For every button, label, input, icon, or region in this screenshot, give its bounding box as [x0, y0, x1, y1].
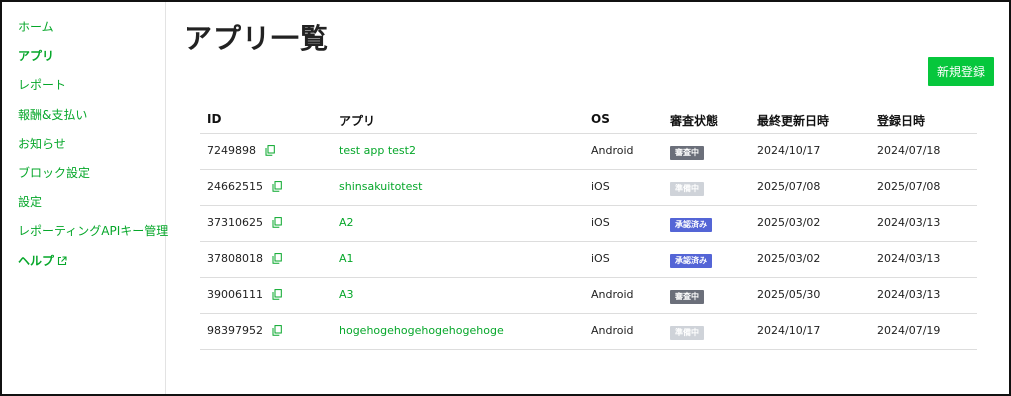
external-link-icon: [57, 254, 67, 270]
sidebar-item-label: 設定: [18, 195, 43, 209]
os-cell: Android: [591, 288, 634, 301]
sidebar-item-reporting-api-keys[interactable]: レポーティングAPIキー管理: [18, 223, 168, 239]
registered-date-cell: 2025/07/08: [877, 180, 941, 193]
column-header-status: 審査状態: [670, 114, 719, 128]
main-content: アプリ一覧 新規登録 ID アプリ OS 審査状態 最終更新日時 登録日時 72…: [166, 2, 1009, 394]
copy-icon[interactable]: [272, 253, 282, 267]
status-cell: 承認済み: [670, 252, 712, 268]
table-row: 98397952 hogehogehogehogehogehoge Androi…: [200, 314, 977, 350]
table-row: 37310625 A2 iOS 承認済み 2025/03/02 2024/03/…: [200, 206, 977, 242]
status-badge: 準備中: [670, 326, 704, 340]
app-id-cell: 39006111: [207, 288, 282, 303]
status-badge: 審査中: [670, 290, 704, 304]
new-registration-button[interactable]: 新規登録: [928, 57, 994, 86]
column-header-app: アプリ: [339, 114, 376, 128]
updated-date-cell: 2025/07/08: [757, 180, 821, 193]
sidebar-item-label: ブロック設定: [18, 166, 91, 180]
copy-icon[interactable]: [272, 289, 282, 303]
app-id: 39006111: [207, 288, 263, 301]
column-header-registered: 登録日時: [877, 114, 926, 128]
registered-date-cell: 2024/07/18: [877, 144, 941, 157]
app-name-link[interactable]: test app test2: [339, 144, 416, 157]
os-cell: iOS: [591, 180, 610, 193]
sidebar-item-label: アプリ: [18, 49, 55, 63]
app-id: 37808018: [207, 252, 263, 265]
app-name-link[interactable]: A2: [339, 216, 354, 229]
column-header-id: ID: [207, 112, 222, 126]
updated-date-cell: 2024/10/17: [757, 144, 821, 157]
window-frame: ホーム アプリ レポート 報酬&支払い お知らせ ブロック設定 設定 レポーティ…: [0, 0, 1011, 396]
app-name-link[interactable]: A3: [339, 288, 354, 301]
page-title: アプリ一覧: [184, 22, 330, 55]
registered-date-cell: 2024/07/19: [877, 324, 941, 337]
table-row: 39006111 A3 Android 審査中 2025/05/30 2024/…: [200, 278, 977, 314]
os-cell: Android: [591, 144, 634, 157]
os-cell: Android: [591, 324, 634, 337]
registered-date-cell: 2024/03/13: [877, 216, 941, 229]
copy-icon[interactable]: [272, 181, 282, 195]
apps-table: ID アプリ OS 審査状態 最終更新日時 登録日時 7249898 test …: [200, 102, 977, 350]
sidebar-item-label: ヘルプ: [18, 254, 55, 268]
app-name-link[interactable]: hogehogehogehogehogehoge: [339, 324, 504, 337]
app-id-cell: 7249898: [207, 144, 275, 159]
status-badge: 準備中: [670, 182, 704, 196]
sidebar: ホーム アプリ レポート 報酬&支払い お知らせ ブロック設定 設定 レポーティ…: [2, 2, 168, 394]
registered-date-cell: 2024/03/13: [877, 252, 941, 265]
os-cell: iOS: [591, 216, 610, 229]
sidebar-item-label: ホーム: [18, 20, 54, 34]
registered-date-cell: 2024/03/13: [877, 288, 941, 301]
status-cell: 準備中: [670, 180, 704, 196]
copy-icon[interactable]: [272, 325, 282, 339]
os-cell: iOS: [591, 252, 610, 265]
column-header-os: OS: [591, 112, 610, 126]
updated-date-cell: 2025/05/30: [757, 288, 821, 301]
sidebar-item-label: お知らせ: [18, 137, 66, 151]
sidebar-item-home[interactable]: ホーム: [18, 19, 54, 35]
table-row: 24662515 shinsakuitotest iOS 準備中 2025/07…: [200, 170, 977, 206]
table-header-row: ID アプリ OS 審査状態 最終更新日時 登録日時: [200, 102, 977, 134]
app-id: 7249898: [207, 144, 256, 157]
app-id: 37310625: [207, 216, 263, 229]
sidebar-item-help[interactable]: ヘルプ: [18, 253, 67, 270]
status-cell: 審査中: [670, 288, 704, 304]
copy-icon[interactable]: [265, 145, 275, 159]
app-name-link[interactable]: shinsakuitotest: [339, 180, 422, 193]
status-cell: 準備中: [670, 324, 704, 340]
updated-date-cell: 2025/03/02: [757, 216, 821, 229]
status-badge: 承認済み: [670, 218, 712, 232]
app-id-cell: 24662515: [207, 180, 282, 195]
status-cell: 承認済み: [670, 216, 712, 232]
status-badge: 承認済み: [670, 254, 712, 268]
copy-icon[interactable]: [272, 217, 282, 231]
sidebar-item-label: レポート: [18, 78, 67, 92]
app-name-link[interactable]: A1: [339, 252, 354, 265]
sidebar-item-payments[interactable]: 報酬&支払い: [18, 107, 87, 123]
sidebar-item-block-settings[interactable]: ブロック設定: [18, 165, 90, 181]
updated-date-cell: 2025/03/02: [757, 252, 821, 265]
column-header-updated: 最終更新日時: [757, 114, 830, 128]
sidebar-item-apps[interactable]: アプリ: [18, 48, 54, 64]
sidebar-item-label: レポーティングAPIキー管理: [18, 224, 169, 238]
sidebar-item-reports[interactable]: レポート: [18, 77, 66, 93]
app-id-cell: 37310625: [207, 216, 282, 231]
app-id: 24662515: [207, 180, 263, 193]
sidebar-item-label: 報酬&支払い: [18, 108, 88, 122]
table-row: 7249898 test app test2 Android 審査中 2024/…: [200, 134, 977, 170]
sidebar-item-news[interactable]: お知らせ: [18, 136, 66, 152]
updated-date-cell: 2024/10/17: [757, 324, 821, 337]
app-id-cell: 37808018: [207, 252, 282, 267]
sidebar-item-settings[interactable]: 設定: [18, 194, 42, 210]
app-id-cell: 98397952: [207, 324, 282, 339]
table-row: 37808018 A1 iOS 承認済み 2025/03/02 2024/03/…: [200, 242, 977, 278]
app-id: 98397952: [207, 324, 263, 337]
status-badge: 審査中: [670, 146, 704, 160]
status-cell: 審査中: [670, 144, 704, 160]
